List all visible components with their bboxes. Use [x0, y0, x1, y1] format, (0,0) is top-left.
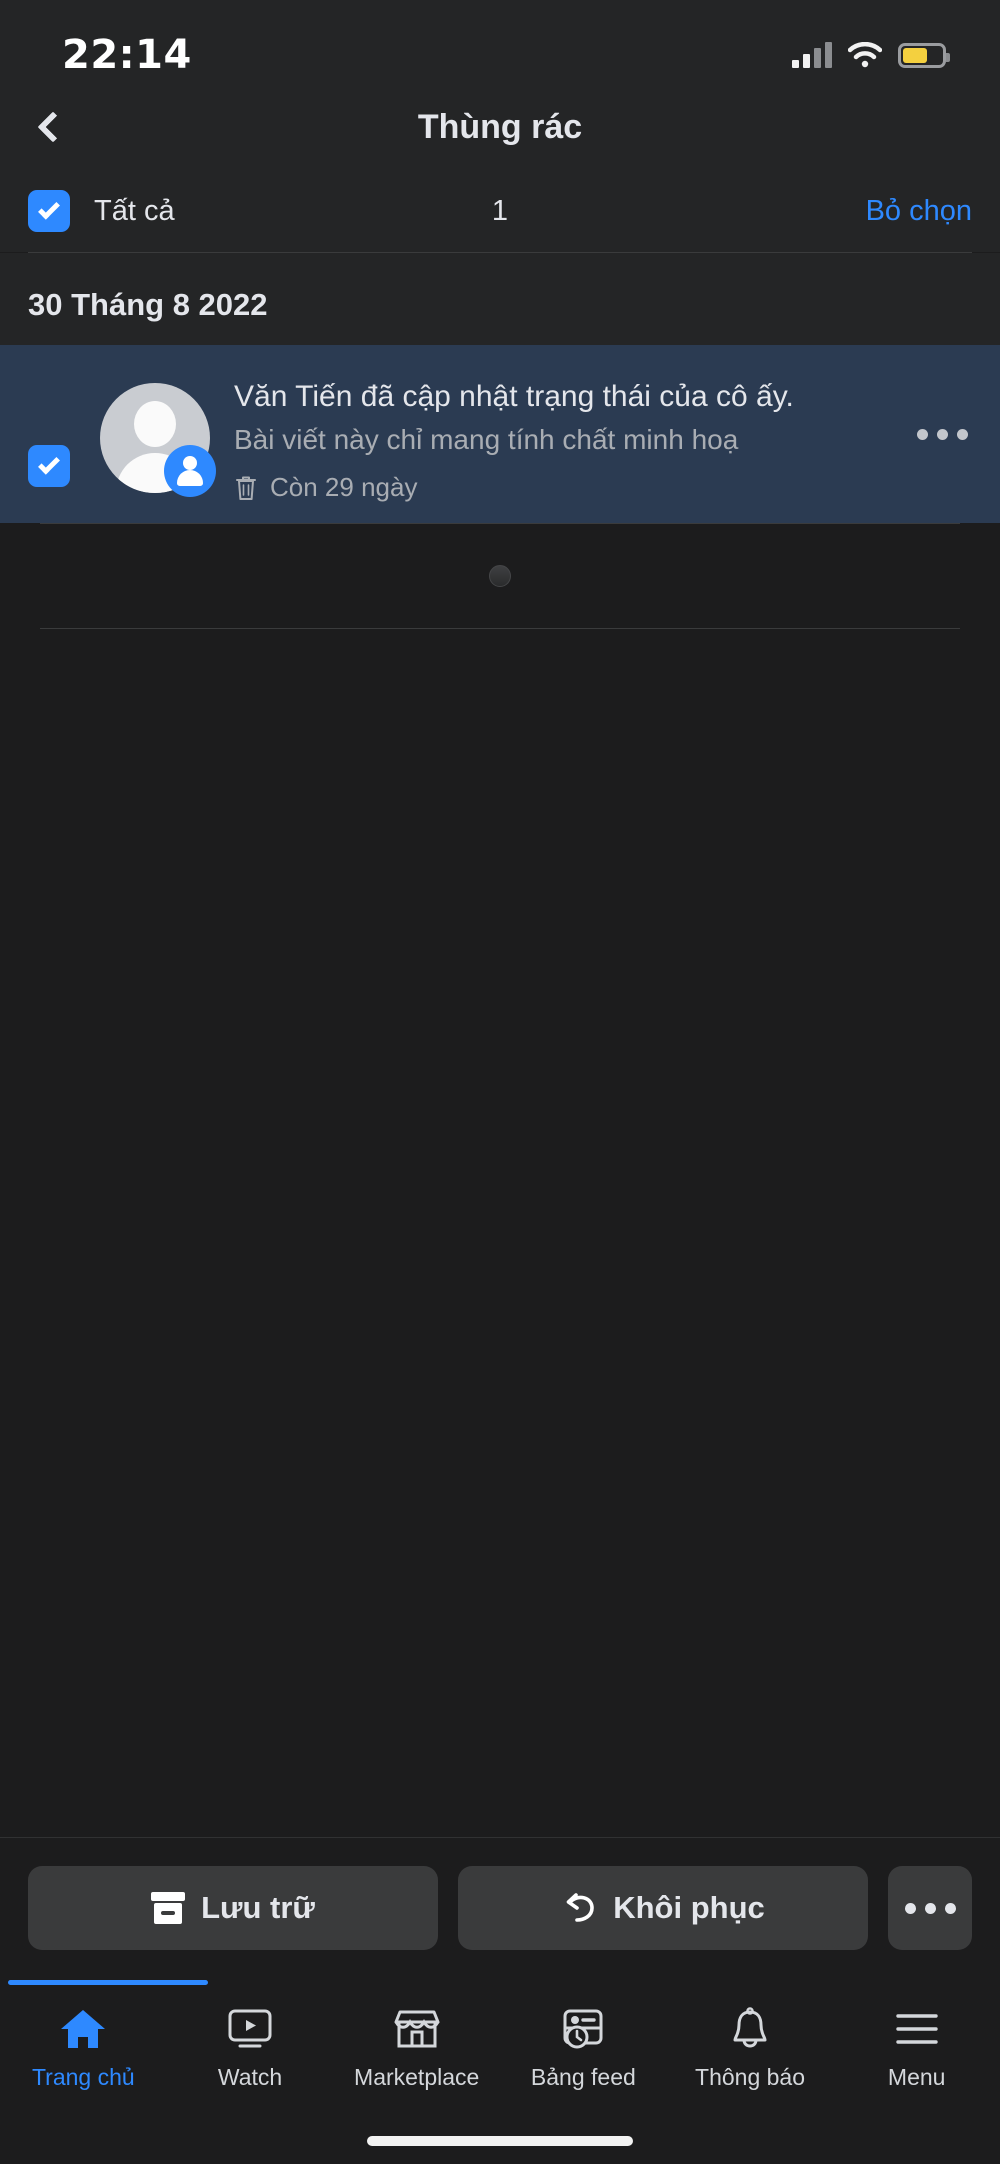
list-item-text: Văn Tiến đã cập nhật trạng thái của cô ấ… — [234, 367, 980, 503]
watch-play-icon — [227, 2006, 273, 2052]
home-indicator — [367, 2136, 633, 2146]
tab-menu[interactable]: Menu — [833, 2006, 1000, 2091]
archive-icon — [151, 1892, 186, 1924]
list-item-meta-text: Còn 29 ngày — [270, 472, 418, 503]
trash-list: 30 Tháng 8 2022 Văn Tiến đã cập nhật trạ… — [0, 253, 1000, 630]
tab-label: Bảng feed — [530, 2064, 636, 2090]
select-all-checkbox[interactable] — [28, 190, 70, 232]
home-icon — [58, 2006, 108, 2052]
more-horizontal-icon — [917, 429, 928, 441]
list-item-menu-button[interactable] — [917, 429, 968, 441]
selection-bar: Tất cả 1 Bỏ chọn — [0, 170, 1000, 252]
profile-badge-icon — [164, 445, 216, 497]
tab-trang-chu[interactable]: Trang chủ — [0, 1980, 208, 2091]
avatar — [100, 383, 216, 497]
status-time: 22:14 — [62, 32, 192, 78]
cellular-signal-icon — [792, 42, 832, 68]
select-all-label: Tất cả — [94, 194, 175, 227]
tab-label: Menu — [887, 2064, 946, 2090]
status-bar: 22:14 — [0, 0, 1000, 84]
news-feed-icon — [560, 2006, 606, 2052]
tab-thong-bao[interactable]: Thông báo — [667, 2006, 834, 2091]
more-actions-button[interactable] — [888, 1866, 972, 1950]
item-checkbox[interactable] — [28, 445, 70, 487]
bottom-tab-bar: Trang chủ Watch Marketplace Bảng feed Th… — [0, 1980, 1000, 2164]
tab-label: Thông báo — [695, 2064, 806, 2090]
page-title: Thùng rác — [417, 107, 583, 146]
tab-watch[interactable]: Watch — [167, 2006, 334, 2091]
check-icon — [38, 452, 60, 475]
archive-button-label: Lưu trữ — [201, 1890, 315, 1925]
date-group-header: 30 Tháng 8 2022 — [0, 253, 1000, 345]
battery-icon — [898, 42, 950, 68]
back-button[interactable] — [0, 84, 100, 170]
navigation-header: Thùng rác — [0, 84, 1000, 170]
hamburger-menu-icon — [894, 2006, 940, 2052]
deselect-button[interactable]: Bỏ chọn — [866, 195, 972, 228]
tab-label: Trang chủ — [31, 2064, 135, 2090]
marketplace-store-icon — [393, 2006, 441, 2052]
undo-icon — [561, 1891, 597, 1925]
list-divider-bottom — [40, 628, 960, 630]
status-icons — [792, 41, 950, 68]
bulk-action-bar: Lưu trữ Khôi phục — [0, 1837, 1000, 1980]
list-item[interactable]: Văn Tiến đã cập nhật trạng thái của cô ấ… — [0, 345, 1000, 524]
active-tab-indicator — [8, 1980, 208, 1985]
list-item-subtitle: Bài viết này chỉ mang tính chất minh hoạ — [234, 423, 739, 455]
tab-bang-feed[interactable]: Bảng feed — [500, 2006, 667, 2091]
tab-label: Marketplace — [354, 2064, 480, 2090]
list-item-title: Văn Tiến đã cập nhật trạng thái của cô ấ… — [234, 380, 794, 413]
chevron-left-icon — [37, 111, 69, 143]
restore-button-label: Khôi phục — [613, 1890, 765, 1925]
bell-icon — [728, 2006, 772, 2052]
check-icon — [38, 197, 60, 220]
tab-label: Watch — [217, 2064, 283, 2090]
restore-button[interactable]: Khôi phục — [458, 1866, 868, 1950]
archive-button[interactable]: Lưu trữ — [28, 1866, 438, 1950]
loading-area — [0, 524, 1000, 629]
tab-marketplace[interactable]: Marketplace — [333, 2006, 500, 2091]
wifi-icon — [847, 41, 883, 68]
loading-spinner-icon — [489, 565, 511, 588]
list-item-meta: Còn 29 ngày — [234, 472, 980, 503]
more-horizontal-icon — [904, 1902, 916, 1914]
trash-icon — [234, 474, 258, 502]
